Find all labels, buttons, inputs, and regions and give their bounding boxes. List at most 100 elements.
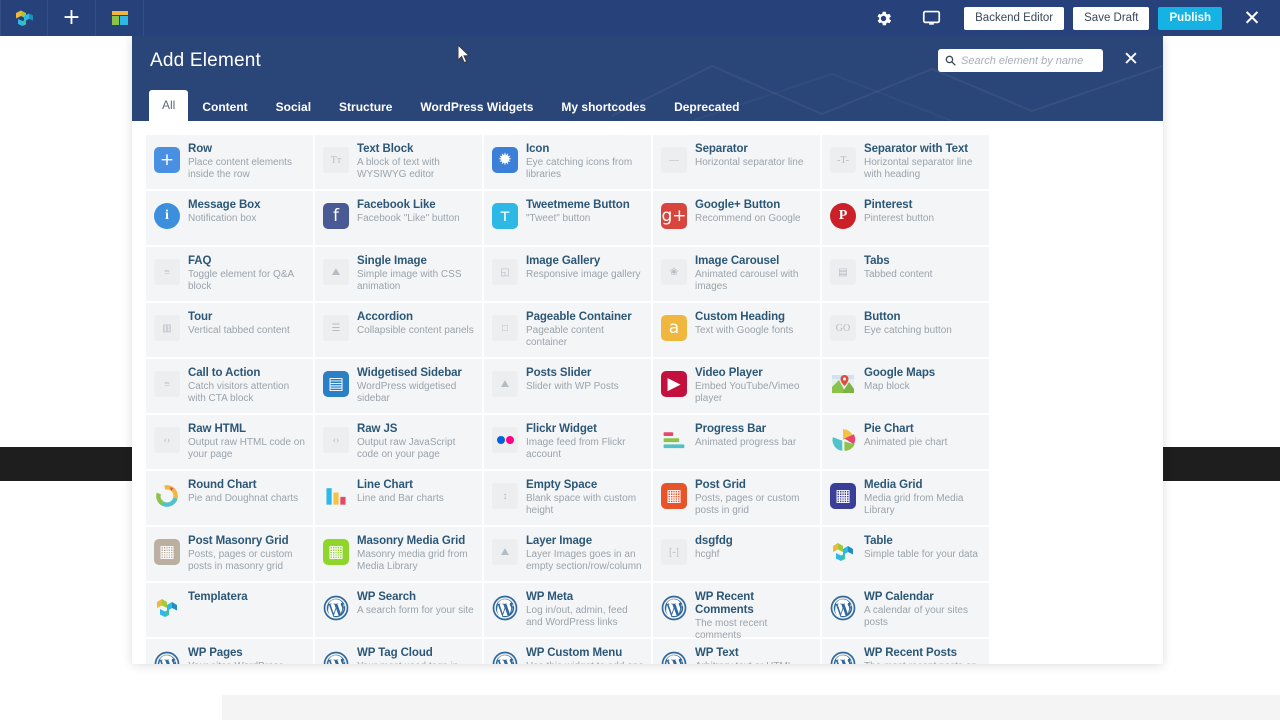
category-tabs: AllContentSocialStructureWordPress Widge… (132, 90, 753, 121)
element-card[interactable]: ▥TourVertical tabbed content (146, 303, 315, 359)
close-editor-button[interactable]: ✕ (1232, 0, 1272, 36)
layout-templates-button[interactable] (96, 0, 144, 36)
element-card[interactable]: GOButtonEye catching button (822, 303, 991, 359)
element-card[interactable]: PPinterestPinterest button (822, 191, 991, 247)
element-card[interactable]: ▦Post GridPosts, pages or custom posts i… (653, 471, 822, 527)
element-description: Facebook "Like" button (357, 213, 476, 225)
wpbakery-logo-icon[interactable] (0, 0, 48, 36)
element-card[interactable]: ▤Widgetised SidebarWordPress widgetised … (315, 359, 484, 415)
element-description: Recommend on Google (695, 213, 814, 225)
progress-bar-icon (661, 427, 687, 453)
element-card[interactable]: □Pageable ContainerPageable content cont… (484, 303, 653, 359)
element-card[interactable]: g+Google+ ButtonRecommend on Google (653, 191, 822, 247)
tab-my-shortcodes[interactable]: My shortcodes (547, 93, 660, 121)
element-title: Tabs (864, 255, 983, 268)
element-card[interactable]: ↕Empty SpaceBlank space with custom heig… (484, 471, 653, 527)
element-card[interactable]: Pie ChartAnimated pie chart (822, 415, 991, 471)
backend-editor-button[interactable]: Backend Editor (964, 7, 1064, 30)
element-card[interactable]: Round ChartPie and Doughnat charts (146, 471, 315, 527)
element-card[interactable]: ≡Call to ActionCatch visitors attention … (146, 359, 315, 415)
element-description: The most recent posts on your site (864, 661, 983, 664)
settings-button[interactable] (859, 0, 907, 36)
element-card[interactable]: ❀Image CarouselAnimated carousel with im… (653, 247, 822, 303)
responsive-preview-button[interactable] (907, 0, 955, 36)
element-title: Pie Chart (864, 423, 983, 436)
element-description: Posts, pages or custom posts in grid (695, 493, 814, 516)
element-description: Your sites WordPress Pages (188, 661, 307, 664)
element-description: Simple image with CSS animation (357, 269, 476, 292)
element-card[interactable]: WP Recent CommentsThe most recent commen… (653, 583, 822, 639)
element-description: Map block (864, 381, 983, 393)
element-title: Google Maps (864, 367, 983, 380)
element-card[interactable]: ⛰Layer ImageLayer Images goes in an empt… (484, 527, 653, 583)
element-card[interactable]: ⛰Single ImageSimple image with CSS anima… (315, 247, 484, 303)
element-card[interactable]: ☰AccordionCollapsible content panels (315, 303, 484, 359)
element-card[interactable]: WP MetaLog in/out, admin, feed and WordP… (484, 583, 653, 639)
search-box[interactable] (938, 49, 1103, 72)
element-title: FAQ (188, 255, 307, 268)
page-title: Add Element (150, 50, 261, 72)
element-card[interactable]: [-]dsgfdghcghf (653, 527, 822, 583)
element-card[interactable]: ▦Masonry Media GridMasonry media grid fr… (315, 527, 484, 583)
element-card[interactable]: -T-Separator with TextHorizontal separat… (822, 135, 991, 191)
element-card[interactable]: ≡FAQToggle element for Q&A block (146, 247, 315, 303)
element-icon: [-] (660, 538, 688, 566)
tab-deprecated[interactable]: Deprecated (660, 93, 753, 121)
element-card[interactable]: ▶Video PlayerEmbed YouTube/Vimeo player (653, 359, 822, 415)
element-card[interactable]: TableSimple table for your data (822, 527, 991, 583)
element-card[interactable]: WP TextArbitrary text or HTML (653, 639, 822, 664)
element-card[interactable]: ▦Media GridMedia grid from Media Library (822, 471, 991, 527)
element-card[interactable]: ✹IconEye catching icons from libraries (484, 135, 653, 191)
element-card[interactable]: WP CalendarA calendar of your sites post… (822, 583, 991, 639)
element-card[interactable]: ▤TabsTabbed content (822, 247, 991, 303)
close-modal-button[interactable]: ✕ (1119, 47, 1143, 71)
element-card[interactable]: TᴛText BlockA block of text with WYSIWYG… (315, 135, 484, 191)
element-card[interactable]: aCustom HeadingText with Google fonts (653, 303, 822, 359)
element-card[interactable]: ‹›Raw JSOutput raw JavaScript code on yo… (315, 415, 484, 471)
element-text: Masonry Media GridMasonry media grid fro… (357, 534, 476, 572)
save-draft-button[interactable]: Save Draft (1073, 7, 1149, 30)
element-card[interactable]: Line ChartLine and Bar charts (315, 471, 484, 527)
element-card[interactable]: WP PagesYour sites WordPress Pages (146, 639, 315, 664)
element-card[interactable]: iMessage BoxNotification box (146, 191, 315, 247)
element-card[interactable]: Templatera (146, 583, 315, 639)
raw-html-icon: ‹› (154, 427, 180, 453)
element-icon (660, 426, 688, 454)
element-icon: i (153, 202, 181, 230)
element-card[interactable]: WP Tag CloudYour most used tags in cloud… (315, 639, 484, 664)
publish-button[interactable]: Publish (1158, 7, 1222, 30)
element-card[interactable]: ᴛTweetmeme Button"Tweet" button (484, 191, 653, 247)
element-card[interactable]: Flickr WidgetImage feed from Flickr acco… (484, 415, 653, 471)
element-card[interactable]: ▦Post Masonry GridPosts, pages or custom… (146, 527, 315, 583)
line-chart-icon (323, 483, 349, 509)
element-description: Eye catching icons from libraries (526, 157, 645, 180)
element-card[interactable]: Google MapsMap block (822, 359, 991, 415)
element-card[interactable]: ⛰Posts SliderSlider with WP Posts (484, 359, 653, 415)
element-card[interactable]: Progress BarAnimated progress bar (653, 415, 822, 471)
element-description: Log in/out, admin, feed and WordPress li… (526, 605, 645, 628)
element-icon (829, 650, 857, 664)
tab-wordpress-widgets[interactable]: WordPress Widgets (406, 93, 547, 121)
element-card[interactable]: — SeparatorHorizontal separator line (653, 135, 822, 191)
element-card[interactable]: ◱Image GalleryResponsive image gallery (484, 247, 653, 303)
element-icon: ✹ (491, 146, 519, 174)
tab-social[interactable]: Social (262, 93, 325, 121)
tab-content[interactable]: Content (188, 93, 261, 121)
element-description: Animated progress bar (695, 437, 814, 449)
element-text: ButtonEye catching button (864, 310, 983, 337)
element-text: SeparatorHorizontal separator line (695, 142, 814, 169)
media-grid-icon: ▦ (830, 483, 856, 509)
tab-structure[interactable]: Structure (325, 93, 406, 121)
element-card[interactable]: ‹›Raw HTMLOutput raw HTML code on your p… (146, 415, 315, 471)
add-element-button[interactable]: + (48, 0, 96, 36)
element-card[interactable]: fFacebook LikeFacebook "Like" button (315, 191, 484, 247)
element-icon: ≡ (153, 258, 181, 286)
separator-icon: — (661, 147, 687, 173)
tab-all[interactable]: All (149, 90, 188, 121)
element-card[interactable]: +RowPlace content elements inside the ro… (146, 135, 315, 191)
element-card[interactable]: WP Custom MenuUse this widget to add one… (484, 639, 653, 664)
element-card[interactable]: WP Recent PostsThe most recent posts on … (822, 639, 991, 664)
search-input[interactable] (961, 55, 1095, 67)
element-card[interactable]: WP SearchA search form for your site (315, 583, 484, 639)
element-icon: P (829, 202, 857, 230)
